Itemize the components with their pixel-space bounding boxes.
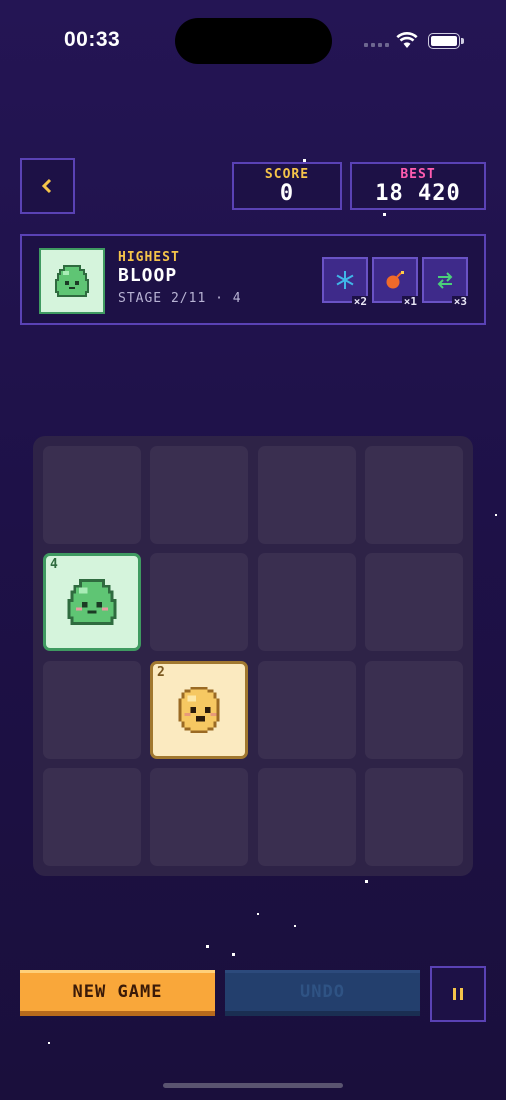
powerup-count: ×1 [401,295,419,308]
chevron-left-icon [41,178,51,194]
score-value: 0 [279,181,295,206]
star-decoration [365,880,368,883]
undo-button[interactable]: UNDO [225,970,420,1016]
board-cell [365,446,463,544]
green-slime-icon [55,265,89,297]
highest-stage: STAGE 2/11 · 4 [118,291,242,306]
cellular-signal-icon [364,43,389,47]
highest-creature-name: BLOOP [118,265,178,286]
star-decoration [383,213,386,216]
board-cell [258,446,356,544]
powerup-count: ×2 [351,295,369,308]
star-decoration [232,953,235,956]
board-cell [150,446,248,544]
board-cell [365,661,463,759]
best-box: BEST 18 420 [350,162,486,210]
snowflake-icon [336,271,354,289]
board-cell [365,553,463,651]
star-decoration [257,913,259,915]
tile-yellow-blob: 2 [150,661,248,759]
star-decoration [206,945,209,948]
best-label: BEST [400,167,436,182]
pause-icon [453,988,463,1000]
highest-kicker: HIGHEST [118,250,180,265]
star-decoration [48,1042,50,1044]
board-cell [43,661,141,759]
board-cell [258,553,356,651]
highest-creature-thumb [39,248,105,314]
dynamic-island [175,18,332,64]
game-board[interactable]: 4 2 [33,436,473,876]
powerup-freeze-button[interactable]: ×2 [322,257,369,308]
score-box: SCORE 0 [232,162,342,210]
tile-value: 4 [50,557,58,572]
board-cell [150,768,248,866]
powerup-bomb-button[interactable]: ×1 [372,257,419,308]
pause-button[interactable] [430,966,486,1022]
star-decoration [495,514,497,516]
green-slime-icon [67,579,117,625]
home-indicator [163,1083,343,1088]
yellow-blob-icon [178,686,220,734]
board-cell [43,768,141,866]
tile-value: 2 [157,665,165,680]
bomb-icon [386,271,404,289]
board-cell [258,768,356,866]
battery-icon [428,33,464,49]
board-cell [150,553,248,651]
star-decoration [294,925,296,927]
swap-icon [437,272,453,289]
powerup-count: ×3 [451,295,469,308]
highest-panel: HIGHEST BLOOP STAGE 2/11 · 4 ×2 ×1 ×3 [20,234,486,325]
tile-green-slime: 4 [43,553,141,651]
best-value: 18 420 [375,181,461,206]
wifi-icon [396,31,418,53]
board-cell [43,446,141,544]
powerup-swap-button[interactable]: ×3 [422,257,469,308]
board-cell [258,661,356,759]
new-game-button[interactable]: NEW GAME [20,970,215,1016]
back-button[interactable] [20,158,75,214]
status-time: 00:33 [64,28,121,51]
board-cell [365,768,463,866]
score-label: SCORE [264,167,310,182]
